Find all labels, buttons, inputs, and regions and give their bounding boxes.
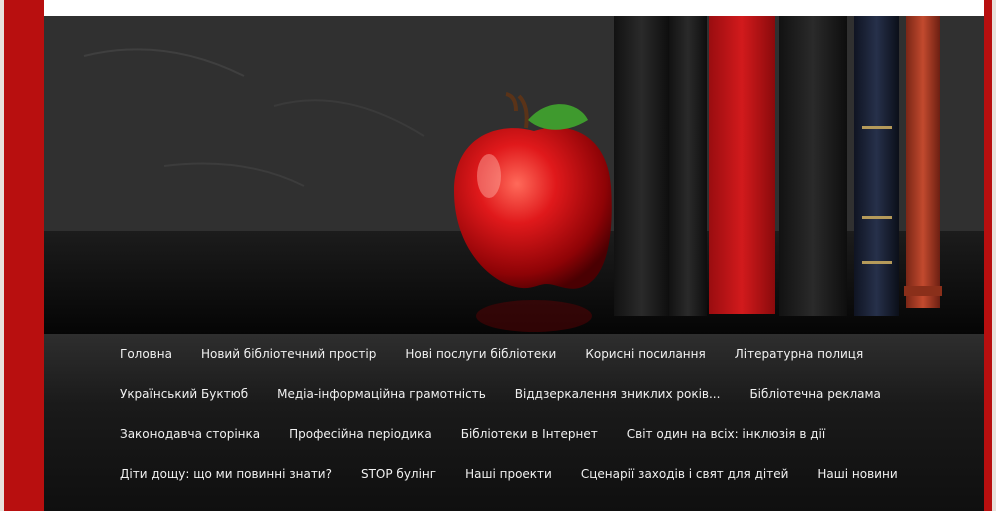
nav-row-1: Головна Новий бібліотечний простір Нові … [120, 344, 956, 364]
nav-link-inclusion[interactable]: Світ один на всіх: інклюзія в дії [627, 427, 825, 441]
nav-row-4: Діти дощу: що ми повинні знати? STOP бул… [120, 464, 956, 484]
nav-link-legislation[interactable]: Законодавча сторінка [120, 427, 260, 441]
nav-link-booktube[interactable]: Український Буктюб [120, 387, 248, 401]
nav-link-stop-bullying[interactable]: STOP булінг [361, 467, 436, 481]
top-bar [44, 0, 984, 16]
nav-row-3: Законодавча сторінка Професійна періодик… [120, 424, 956, 444]
nav-link-rain-children[interactable]: Діти дощу: що ми повинні знати? [120, 467, 332, 481]
nav-link-useful-links[interactable]: Корисні посилання [585, 347, 705, 361]
nav-link-periodicals[interactable]: Професійна періодика [289, 427, 432, 441]
banner-illustration [44, 16, 984, 334]
nav-row-2: Український Буктюб Медіа-інформаційна гр… [120, 384, 956, 404]
nav-link-lost-years[interactable]: Віддзеркалення зниклих років... [515, 387, 721, 401]
nav-link-media-literacy[interactable]: Медіа-інформаційна грамотність [277, 387, 486, 401]
nav-link-news[interactable]: Наші новини [817, 467, 897, 481]
nav-link-library-ads[interactable]: Бібліотечна реклама [749, 387, 880, 401]
nav-link-home[interactable]: Головна [120, 347, 172, 361]
nav-link-libraries-internet[interactable]: Бібліотеки в Інтернет [461, 427, 598, 441]
nav-link-scenarios[interactable]: Сценарії заходів і свят для дітей [581, 467, 789, 481]
nav-link-new-services[interactable]: Нові послуги бібліотеки [405, 347, 556, 361]
nav-link-projects[interactable]: Наші проекти [465, 467, 552, 481]
nav-link-new-library-space[interactable]: Новий бібліотечний простір [201, 347, 376, 361]
header-banner-image [44, 16, 984, 334]
nav-link-literary-shelf[interactable]: Літературна полиця [735, 347, 863, 361]
